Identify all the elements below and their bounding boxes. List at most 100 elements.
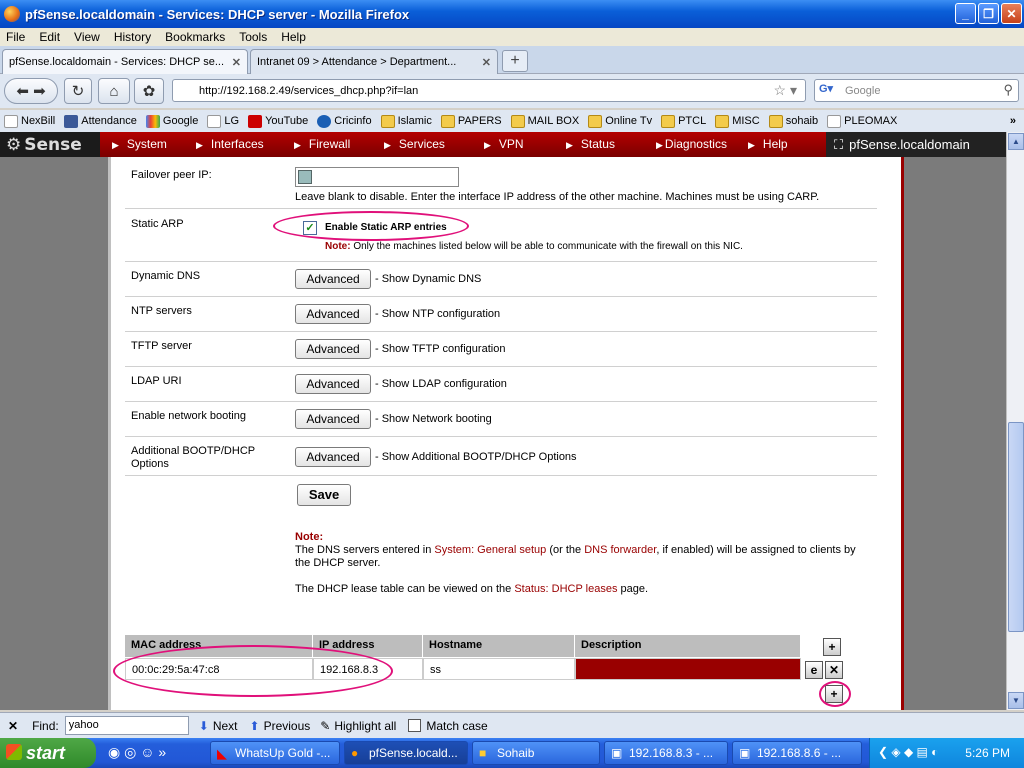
dns-forwarder-link[interactable]: DNS forwarder xyxy=(584,544,656,556)
advanced-button-dynamic-dns[interactable]: Advanced xyxy=(295,269,371,289)
find-next-button[interactable]: Next xyxy=(213,719,238,733)
tray-icons[interactable]: ❮ ◈ ◆ ▤ ◐ xyxy=(878,745,938,759)
bookmark-google[interactable]: Google xyxy=(145,114,198,128)
taskbar-item-rdp1[interactable]: ▣ 192.168.8.3 - ... xyxy=(604,741,728,765)
bookmark-misc[interactable]: MISC xyxy=(715,114,760,128)
close-tab-icon[interactable]: ✕ xyxy=(228,56,241,69)
scroll-up-icon[interactable]: ▲ xyxy=(1008,133,1024,150)
save-button[interactable]: Save xyxy=(297,484,351,506)
close-tab-icon[interactable]: ✕ xyxy=(478,56,491,69)
search-input[interactable]: G▾ Google ⚲ xyxy=(814,79,1019,102)
vertical-scrollbar[interactable]: ▲ ▼ xyxy=(1006,132,1024,710)
menu-history[interactable]: History xyxy=(114,30,151,44)
tab-label: pfSense.localdomain - Services: DHCP se.… xyxy=(9,56,224,68)
advanced-row-netboot: Enable network booting Advanced - Show Ne… xyxy=(125,402,877,437)
pf-menu-help[interactable]: ▶ Help xyxy=(748,137,788,151)
bookmark-ptcl[interactable]: PTCL xyxy=(661,114,706,128)
bookmark-sohaib[interactable]: sohaib xyxy=(768,114,818,128)
home-button[interactable]: ⌂ xyxy=(98,78,130,104)
row-label: TFTP server xyxy=(131,340,192,352)
pf-menu-diagnostics[interactable]: ▶ Diagnostics xyxy=(656,137,727,151)
start-button[interactable]: start xyxy=(0,738,96,768)
pf-menu-vpn[interactable]: ▶ VPN xyxy=(484,137,524,151)
pf-menu-system[interactable]: ▶ System xyxy=(112,137,167,151)
folder-icon xyxy=(440,114,455,128)
search-icon[interactable]: ⚲ xyxy=(1003,82,1013,98)
google-icon: G▾ xyxy=(819,83,834,95)
failover-peer-input[interactable] xyxy=(295,167,459,187)
pf-menu-firewall[interactable]: ▶ Firewall xyxy=(294,137,350,151)
advanced-button-netboot[interactable]: Advanced xyxy=(295,409,371,429)
taskbar-item-firefox[interactable]: ● pfSense.locald... xyxy=(344,741,468,765)
taskbar-item-whatsup[interactable]: ◣ WhatsUp Gold -... xyxy=(210,741,340,765)
maximize-button[interactable]: ❐ xyxy=(978,3,999,24)
url-bar[interactable]: http://192.168.2.49/services_dhcp.php?if… xyxy=(172,79,806,102)
menu-bookmarks[interactable]: Bookmarks xyxy=(165,30,225,44)
taskbar-item-sohaib[interactable]: ■ Sohaib xyxy=(472,741,600,765)
tab-pfsense[interactable]: pfSense.localdomain - Services: DHCP se.… xyxy=(2,49,248,74)
bookmark-papers[interactable]: PAPERS xyxy=(440,114,502,128)
page-viewport: Failover peer IP: Leave blank to disable… xyxy=(0,157,1006,710)
taskbar-item-rdp2[interactable]: ▣ 192.168.8.6 - ... xyxy=(732,741,862,765)
reload-button[interactable]: ↻ xyxy=(64,78,92,104)
menu-edit[interactable]: Edit xyxy=(39,30,60,44)
close-find-icon[interactable]: ✕ xyxy=(8,719,18,733)
bookmark-nexbill[interactable]: NexBill xyxy=(4,114,55,128)
bookmark-islamic[interactable]: Islamic xyxy=(380,114,432,128)
note-text: The DHCP lease table can be viewed on th… xyxy=(295,583,515,595)
advanced-button-ntp[interactable]: Advanced xyxy=(295,304,371,324)
pf-menu-services[interactable]: ▶ Services xyxy=(384,137,445,151)
bookmark-cricinfo[interactable]: Cricinfo xyxy=(317,114,372,128)
advanced-button-tftp[interactable]: Advanced xyxy=(295,339,371,359)
bookmark-mailbox[interactable]: MAIL BOX xyxy=(510,114,579,128)
edit-mapping-icon[interactable]: e xyxy=(805,661,823,679)
bookmark-lg[interactable]: LG xyxy=(207,114,239,128)
match-case-checkbox[interactable] xyxy=(408,719,422,732)
arrow-down-icon: ⬇ xyxy=(198,718,209,733)
highlight-all-button[interactable]: Highlight all xyxy=(334,719,396,733)
bookmark-pleomax[interactable]: PLEOMAX xyxy=(827,114,897,128)
back-forward-button[interactable]: ⬅ ➡ xyxy=(4,78,58,104)
add-mapping-icon[interactable]: + xyxy=(823,638,841,656)
general-setup-link[interactable]: System: General setup xyxy=(434,544,546,556)
menu-file[interactable]: File xyxy=(6,30,25,44)
new-tab-button[interactable]: + xyxy=(502,50,528,72)
find-previous-button[interactable]: Previous xyxy=(264,719,311,733)
advanced-button-bootp[interactable]: Advanced xyxy=(295,447,371,467)
advanced-button-ldap[interactable]: Advanced xyxy=(295,374,371,394)
tab-intranet[interactable]: Intranet 09 > Attendance > Department...… xyxy=(250,49,498,74)
pf-menu-interfaces[interactable]: ▶ Interfaces xyxy=(196,137,264,151)
menu-view[interactable]: View xyxy=(74,30,100,44)
pf-menu-status[interactable]: ▶ Status xyxy=(566,137,615,151)
folder-icon xyxy=(588,114,603,128)
bookmark-star-icon[interactable]: ☆ ▾ xyxy=(774,82,797,99)
bookmark-youtube[interactable]: YouTube xyxy=(248,114,308,128)
annotation-ellipse xyxy=(819,681,851,707)
scroll-down-icon[interactable]: ▼ xyxy=(1008,692,1024,709)
arrow-up-icon: ⬆ xyxy=(249,718,260,733)
delete-mapping-icon[interactable]: ✕ xyxy=(825,661,843,679)
bookmark-onlinetv[interactable]: Online Tv xyxy=(588,114,652,128)
menu-tools[interactable]: Tools xyxy=(239,30,267,44)
minimize-button[interactable]: _ xyxy=(955,3,976,24)
cell-hostname[interactable]: ss xyxy=(423,658,575,680)
arrow-right-icon: ▶ xyxy=(656,140,663,150)
dhcp-leases-link[interactable]: Status: DHCP leases xyxy=(514,583,617,595)
find-input[interactable]: yahoo xyxy=(64,716,189,735)
pfsense-logo[interactable]: ⚙ Sense xyxy=(0,132,100,157)
close-window-button[interactable]: ✕ xyxy=(1001,3,1022,24)
remote-desktop-icon: ▣ xyxy=(739,746,751,760)
addon-icon[interactable]: ✿ xyxy=(134,78,164,104)
youtube-icon xyxy=(248,114,263,128)
scrollbar-thumb[interactable] xyxy=(1008,422,1024,632)
clock[interactable]: 5:26 PM xyxy=(965,746,1010,760)
bookmarks-overflow-icon[interactable]: » xyxy=(1010,115,1016,127)
tab-label: Intranet 09 > Attendance > Department... xyxy=(257,56,457,68)
bookmark-attendance[interactable]: Attendance xyxy=(64,114,137,128)
cell-description[interactable] xyxy=(575,658,801,680)
note-text: (or the xyxy=(546,544,585,556)
field-icon xyxy=(298,170,312,184)
quicklaunch-icons[interactable]: ◉ ◎ ☺ » xyxy=(108,744,166,761)
advanced-row-ldap: LDAP URI Advanced - Show LDAP configurati… xyxy=(125,367,877,402)
menu-help[interactable]: Help xyxy=(281,30,306,44)
